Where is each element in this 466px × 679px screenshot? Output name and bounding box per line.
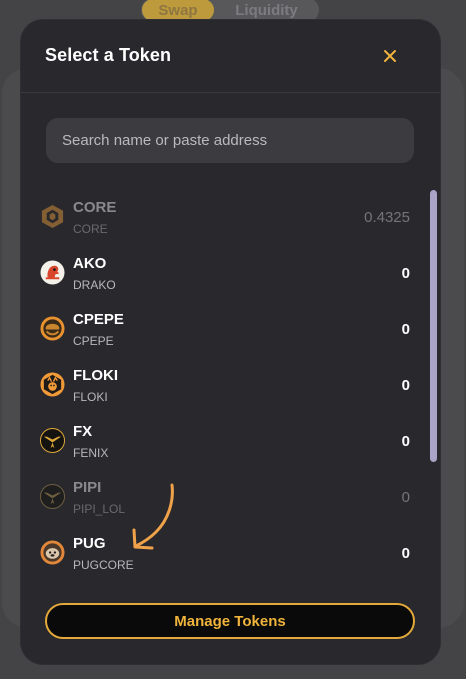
- token-balance: 0: [401, 321, 410, 338]
- token-search-input[interactable]: [46, 118, 414, 163]
- modal-title: Select a Token: [45, 45, 172, 65]
- cpepe-logo-icon: [40, 316, 65, 341]
- token-row-fx[interactable]: FX FENIX 0: [21, 414, 421, 470]
- token-balance: 0: [401, 545, 410, 562]
- token-row-core[interactable]: CORE CORE 0.4325: [21, 190, 421, 246]
- close-icon: [384, 50, 396, 62]
- token-name: FLOKI: [73, 390, 108, 404]
- token-balance: 0: [401, 265, 410, 282]
- drako-logo-icon: [40, 260, 65, 285]
- token-name: PIPI_LOL: [73, 502, 126, 516]
- token-row-ako[interactable]: AKO DRAKO 0: [21, 246, 421, 302]
- swap-tab: Swap: [142, 0, 214, 21]
- token-name: DRAKO: [73, 278, 116, 292]
- floki-logo-icon: [40, 372, 65, 397]
- token-name: PUGCORE: [73, 558, 134, 572]
- token-name: CORE: [73, 222, 108, 236]
- token-symbol: PUG: [73, 535, 106, 552]
- token-balance: 0: [401, 433, 410, 450]
- close-button[interactable]: [378, 44, 402, 68]
- token-symbol: AKO: [73, 255, 107, 272]
- fenix-logo-icon: [40, 428, 65, 453]
- token-row-pug[interactable]: PUG PUGCORE 0: [21, 526, 421, 582]
- token-balance: 0.4325: [364, 209, 410, 226]
- core-hexagon-icon: [41, 204, 64, 229]
- background-tab-switcher: Swap Liquidity: [141, 0, 319, 22]
- token-name: FENIX: [73, 446, 109, 460]
- token-symbol: CORE: [73, 199, 117, 216]
- token-row-pipi[interactable]: PIPI PIPI_LOL 0: [21, 470, 421, 526]
- manage-tokens-button[interactable]: Manage Tokens: [45, 603, 415, 639]
- token-symbol: CPEPE: [73, 311, 124, 328]
- token-balance: 0: [401, 377, 410, 394]
- token-balance: 0: [401, 489, 410, 506]
- pug-logo-icon: [40, 540, 65, 565]
- token-symbol: FX: [73, 423, 93, 440]
- token-row-cpepe[interactable]: CPEPE CPEPE 0: [21, 302, 421, 358]
- token-select-modal: Select a Token CORE CORE 0.4325: [21, 20, 440, 664]
- token-symbol: FLOKI: [73, 367, 118, 384]
- token-row-floki[interactable]: FLOKI FLOKI 0: [21, 358, 421, 414]
- liquidity-tab: Liquidity: [235, 1, 298, 19]
- token-symbol: PIPI: [73, 479, 102, 496]
- pipi-logo-icon: [40, 484, 65, 509]
- token-list: CORE CORE 0.4325 AKO DRAKO 0 CPEPE CPEPE…: [21, 190, 440, 582]
- modal-header: Select a Token: [21, 20, 440, 93]
- scrollbar-thumb[interactable]: [430, 190, 437, 462]
- token-name: CPEPE: [73, 334, 114, 348]
- token-list-scrollbar[interactable]: [430, 190, 437, 580]
